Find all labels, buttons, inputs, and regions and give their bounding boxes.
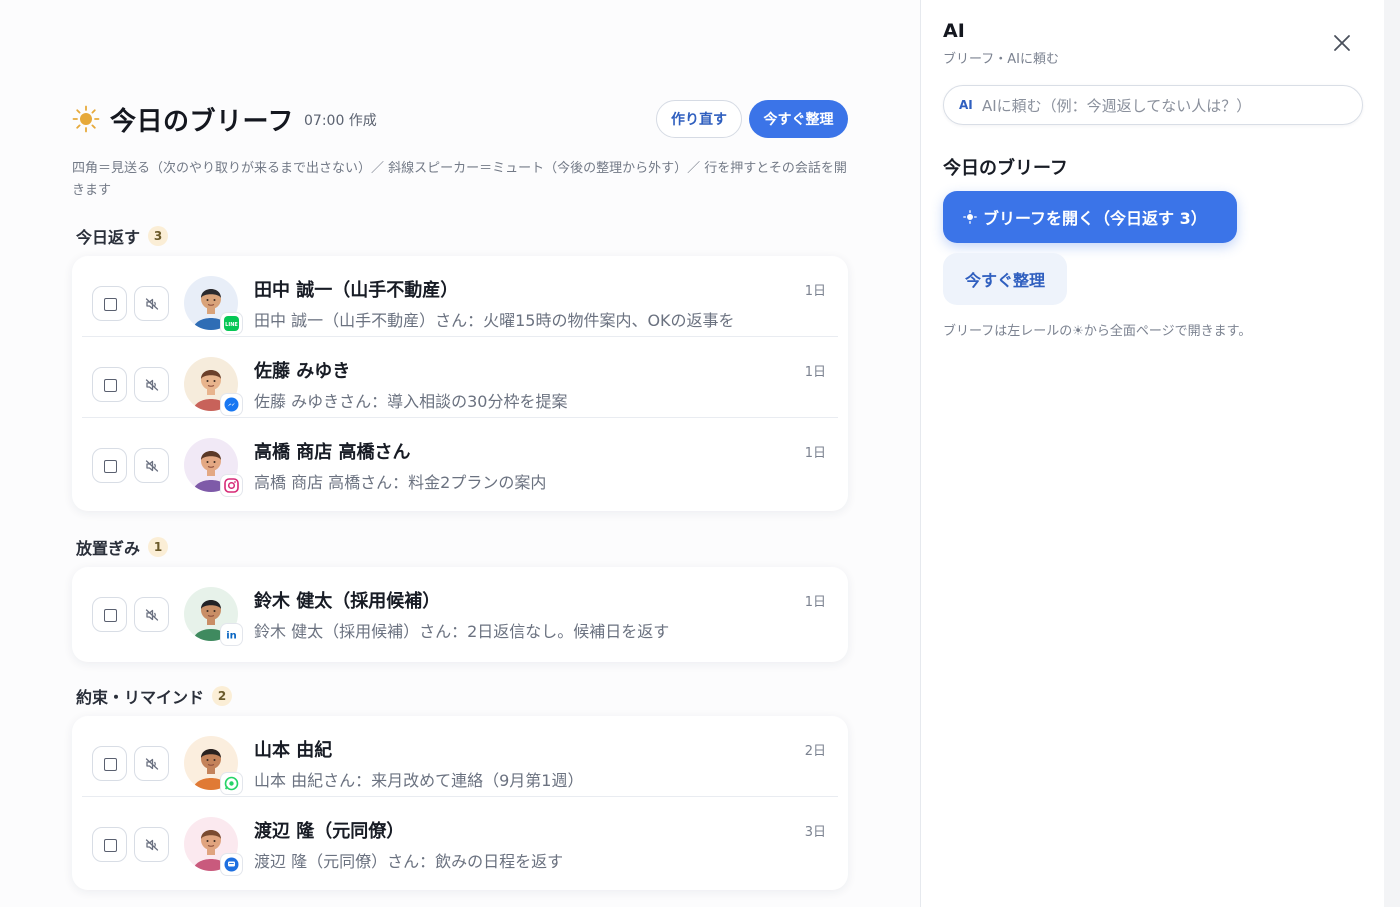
elapsed-time: 1日 bbox=[804, 284, 826, 299]
sun-icon bbox=[72, 105, 100, 133]
chat-icon bbox=[221, 854, 242, 875]
mute-button[interactable] bbox=[134, 746, 169, 781]
contact-name: 田中 誠一（山手不動産） bbox=[254, 280, 459, 301]
section-label: 約束・リマインド bbox=[76, 688, 205, 707]
conversation-row[interactable]: 佐藤 みゆき佐藤 みゆきさん：導入相談の30分枠を提案 1日 bbox=[82, 337, 838, 418]
panel-subtitle: ブリーフ・AIに頼む bbox=[943, 52, 1059, 67]
whatsapp-icon bbox=[221, 773, 242, 794]
conversation-row[interactable]: LINE 田中 誠一（山手不動産） 田中 誠一（山手不動産）さん：火曜15時の物件案… bbox=[82, 256, 838, 337]
brief-header: 今日のブリーフ 07:00 作成 作り直す 今すぐ整理 bbox=[72, 100, 848, 138]
section-card: LINE 田中 誠一（山手不動産） 田中 誠一（山手不動産）さん：火曜15時の物件案… bbox=[72, 256, 848, 511]
elapsed-time: 3日 bbox=[804, 825, 826, 840]
elapsed-time: 1日 bbox=[804, 446, 826, 461]
count-badge: 1 bbox=[148, 537, 169, 557]
section-title: 放置ぎみ 1 bbox=[76, 535, 169, 559]
panel-organize-button[interactable]: 今すぐ整理 bbox=[943, 253, 1067, 305]
skip-checkbox[interactable] bbox=[92, 448, 127, 483]
conversation-row[interactable]: 高橋 商店 高橋さん高橋 商店 高橋さん：料金2プランの案内 1日 bbox=[82, 418, 838, 511]
mute-button[interactable] bbox=[134, 286, 169, 321]
contact-name: 渡辺 隆（元同僚） bbox=[254, 821, 405, 842]
usage-hint: 四角＝見送る（次のやり取りが来るまで出さない）／ 斜線スピーカー＝ミュート（今後… bbox=[72, 161, 847, 198]
scrollbar-track[interactable] bbox=[1384, 0, 1400, 907]
mute-button[interactable] bbox=[134, 827, 169, 862]
main-area: 今日のブリーフ 07:00 作成 作り直す 今すぐ整理 四角＝見送る（次のやり取… bbox=[0, 0, 920, 907]
organize-now-button[interactable]: 今すぐ整理 bbox=[749, 100, 848, 138]
line-icon: LINE bbox=[221, 313, 242, 334]
conversation-row[interactable]: in 鈴木 健太（採用候補） 鈴木 健太（採用候補）さん：2日返信なし。候補日を返す… bbox=[82, 567, 838, 662]
skip-checkbox[interactable] bbox=[92, 746, 127, 781]
close-icon[interactable] bbox=[1331, 32, 1353, 54]
skip-checkbox[interactable] bbox=[92, 827, 127, 862]
open-brief-button[interactable]: ブリーフを開く（今日返す 3） bbox=[943, 191, 1237, 243]
open-brief-label: ブリーフを開く（今日返す 3） bbox=[983, 209, 1207, 228]
conversation-row[interactable]: 山本 由紀山本 由紀さん：来月改めて連絡（9月第1週） 2日 bbox=[82, 716, 838, 797]
section-card: in 鈴木 健太（採用候補） 鈴木 健太（採用候補）さん：2日返信なし。候補日を返す… bbox=[72, 567, 848, 662]
ai-panel: AI ブリーフ・AIに頼む AI 今日のブリーフ ブリーフを開く（今日返す 3）… bbox=[920, 0, 1384, 907]
linkedin-icon: in bbox=[221, 624, 242, 645]
skip-checkbox[interactable] bbox=[92, 597, 127, 632]
skip-checkbox[interactable] bbox=[92, 367, 127, 402]
conversation-summary: 高橋 商店 高橋さん：料金2プランの案内 bbox=[254, 473, 547, 492]
skip-checkbox[interactable] bbox=[92, 286, 127, 321]
conversation-row[interactable]: 渡辺 隆（元同僚） 渡辺 隆（元同僚）さん：飲みの日程を返す 3日 bbox=[82, 797, 838, 890]
ai-ask-input[interactable] bbox=[982, 93, 1352, 119]
messenger-icon bbox=[221, 394, 242, 415]
ai-ask-field[interactable]: AI bbox=[943, 85, 1363, 125]
mute-button[interactable] bbox=[134, 597, 169, 632]
conversation-summary: 佐藤 みゆきさん：導入相談の30分枠を提案 bbox=[254, 392, 568, 411]
svg-text:LINE: LINE bbox=[225, 322, 238, 328]
created-time: 07:00 作成 bbox=[304, 113, 377, 129]
ai-tag: AI bbox=[959, 98, 973, 112]
count-badge: 2 bbox=[212, 686, 233, 706]
conversation-summary: 田中 誠一（山手不動産）さん：火曜15時の物件案内、OKの返事を bbox=[254, 311, 735, 330]
panel-note: ブリーフは左レールの☀から全面ページで開きます。 bbox=[943, 324, 1252, 339]
contact-name: 佐藤 みゆき bbox=[254, 361, 351, 382]
section-label: 放置ぎみ bbox=[76, 539, 141, 558]
panel-title: AI bbox=[943, 20, 965, 42]
conversation-summary: 山本 由紀さん：来月改めて連絡（9月第1週） bbox=[254, 771, 584, 790]
section-title: 約束・リマインド 2 bbox=[76, 684, 233, 708]
mute-button[interactable] bbox=[134, 448, 169, 483]
page-title: 今日のブリーフ bbox=[110, 107, 294, 137]
contact-name: 山本 由紀 bbox=[254, 740, 333, 761]
conversation-summary: 鈴木 健太（採用候補）さん：2日返信なし。候補日を返す bbox=[254, 622, 670, 641]
rebuild-button[interactable]: 作り直す bbox=[656, 100, 742, 138]
contact-name: 高橋 商店 高橋さん bbox=[254, 442, 411, 463]
panel-section-title: 今日のブリーフ bbox=[943, 158, 1068, 179]
instagram-icon bbox=[221, 475, 242, 496]
section-title: 今日返す 3 bbox=[76, 224, 169, 248]
contact-name: 鈴木 健太（採用候補） bbox=[254, 591, 441, 612]
elapsed-time: 2日 bbox=[804, 744, 826, 759]
elapsed-time: 1日 bbox=[804, 595, 826, 610]
section-card: 山本 由紀 山本 由紀さん：来月改めて連絡（9月第1週） 2日 渡辺 隆（元同僚） 渡辺… bbox=[72, 716, 848, 890]
conversation-summary: 渡辺 隆（元同僚）さん：飲みの日程を返す bbox=[254, 852, 564, 871]
section-label: 今日返す bbox=[76, 228, 141, 247]
count-badge: 3 bbox=[148, 226, 169, 246]
sun-icon bbox=[963, 210, 977, 224]
svg-text:in: in bbox=[226, 631, 237, 642]
elapsed-time: 1日 bbox=[804, 365, 826, 380]
mute-button[interactable] bbox=[134, 367, 169, 402]
